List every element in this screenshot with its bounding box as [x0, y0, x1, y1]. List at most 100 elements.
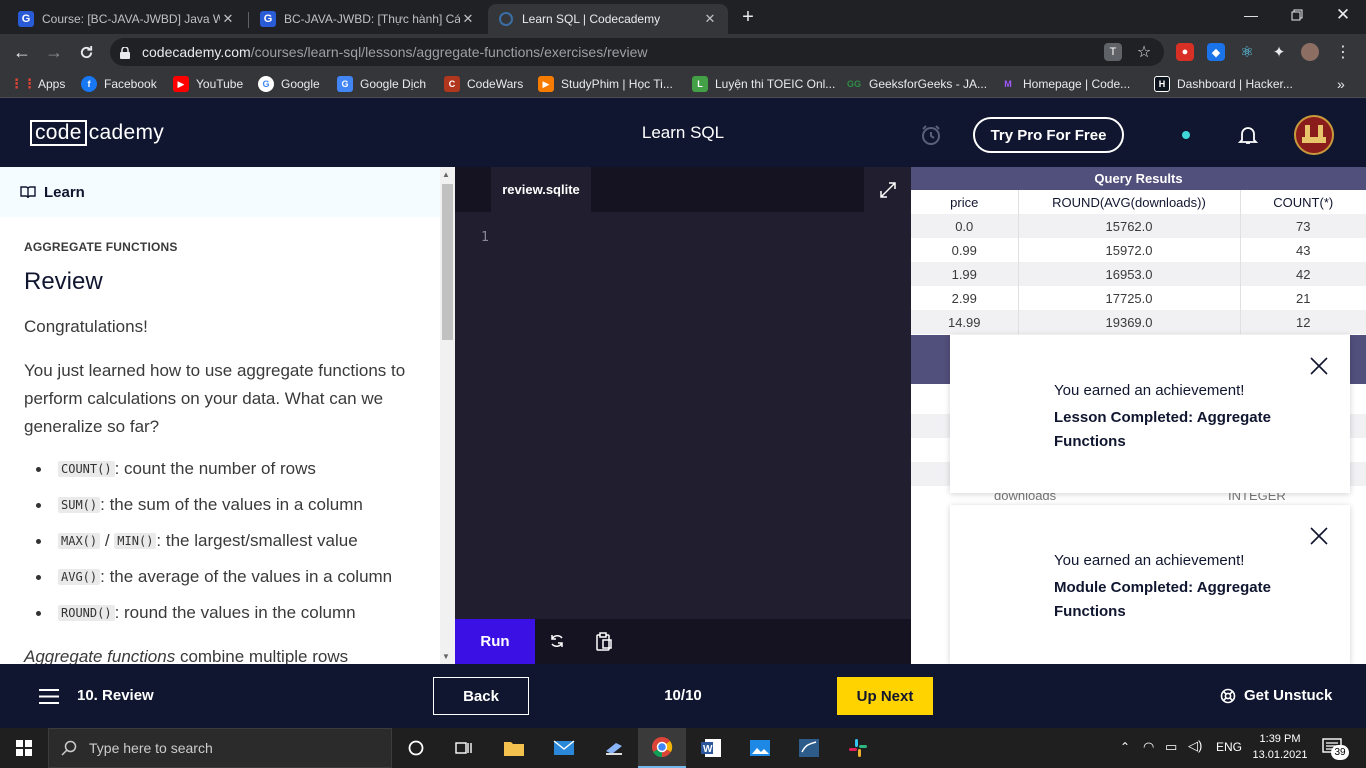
code-editor: review.sqlite 1 Run [455, 167, 911, 664]
table-row: 0.99 15972.0 43 [911, 238, 1366, 262]
extension-react-icon[interactable]: ⚛ [1238, 43, 1256, 61]
browser-tab-course[interactable]: G Course: [BC-JAVA-JWBD] Java We ✕ [8, 4, 246, 34]
search-icon [61, 740, 77, 756]
notification-center-icon[interactable]: 39 [1322, 736, 1349, 760]
scroll-up-icon[interactable]: ▲ [442, 170, 450, 179]
code-count: COUNT() [58, 461, 115, 477]
close-icon[interactable]: ✕ [220, 11, 236, 27]
file-explorer-icon[interactable] [490, 728, 538, 768]
tab-review-sqlite[interactable]: review.sqlite [491, 167, 591, 212]
run-button[interactable]: Run [455, 619, 535, 664]
mail-icon[interactable] [540, 728, 588, 768]
bookmark-geeksforgeeks[interactable]: GG GeeksforGeeks - JA... [846, 75, 987, 93]
photos-icon[interactable] [736, 728, 784, 768]
back-arrow-icon[interactable]: ← [8, 38, 36, 66]
cortana-icon[interactable] [392, 728, 440, 768]
browser-tab-bc-java[interactable]: G BC-JAVA-JWBD: [Thực hành] Các ✕ [250, 4, 486, 34]
battery-icon[interactable]: ▭ [1165, 739, 1177, 755]
bookmark-codewars[interactable]: C CodeWars [444, 75, 523, 93]
minimize-icon[interactable]: — [1228, 0, 1274, 30]
browser-tab-codecademy[interactable]: Learn SQL | Codecademy ✕ [488, 4, 728, 34]
bookmark-google-dich[interactable]: G Google Dịch [337, 75, 426, 93]
get-unstuck-button[interactable]: Get Unstuck [1220, 687, 1332, 704]
bookmark-apps[interactable]: ⋮⋮ Apps [10, 75, 65, 93]
achievement-toast-module: You earned an achievement! Module Comple… [950, 505, 1350, 664]
codecademy-logo[interactable]: code cademy [30, 120, 164, 146]
bookmark-codecademy-home[interactable]: M Homepage | Code... [1000, 75, 1130, 93]
bookmark-label: GeeksforGeeks - JA... [869, 77, 988, 91]
bullet-text: : round the values in the column [114, 603, 356, 622]
lesson-label[interactable]: 10. Review [77, 687, 154, 704]
window-close-icon[interactable]: ✕ [1320, 0, 1366, 30]
code-max: MAX() [58, 533, 101, 549]
scroll-down-icon[interactable]: ▼ [442, 652, 450, 661]
table-cell: 0.0 [911, 214, 1019, 238]
bookmarks-overflow-button[interactable]: » [1337, 75, 1345, 93]
back-button[interactable]: Back [433, 677, 529, 715]
bookmark-toeic[interactable]: L Luyện thi TOEIC Onl... [692, 75, 835, 93]
bookmark-hackerrank[interactable]: H Dashboard | Hacker... [1154, 75, 1293, 93]
scrollbar-thumb[interactable] [442, 184, 453, 340]
mysql-workbench-icon[interactable] [785, 728, 833, 768]
reload-icon[interactable] [72, 38, 100, 66]
table-cell: 16953.0 [1018, 262, 1241, 286]
windows-start-icon[interactable] [0, 728, 48, 768]
translate-icon[interactable]: T [1104, 43, 1122, 61]
code-input-area[interactable] [505, 222, 905, 602]
star-icon[interactable]: ☆ [1135, 43, 1153, 61]
language-indicator[interactable]: ENG [1216, 740, 1242, 754]
alarm-clock-icon[interactable] [920, 124, 942, 146]
footer-italic: Aggregate functions [24, 647, 176, 664]
bookmark-google[interactable]: G Google [258, 75, 320, 93]
extensions-puzzle-icon[interactable]: ✦ [1270, 43, 1288, 61]
wifi-icon[interactable]: ◠ [1143, 739, 1154, 755]
apps-grid-icon: ⋮⋮ [10, 76, 36, 91]
learn-header[interactable]: Learn [0, 167, 440, 217]
close-icon[interactable]: ✕ [460, 11, 476, 27]
code-avg: AVG() [58, 569, 101, 585]
try-pro-button[interactable]: Try Pro For Free [973, 117, 1124, 153]
task-view-icon[interactable] [440, 728, 488, 768]
bookmark-facebook[interactable]: f Facebook [81, 75, 157, 93]
avatar[interactable] [1294, 115, 1334, 155]
expand-icon[interactable] [864, 167, 911, 212]
profile-avatar-icon[interactable] [1301, 43, 1319, 61]
bullet-dot [36, 466, 41, 472]
bookmark-studyphim[interactable]: ▶ StudyPhim | Học Ti... [538, 75, 673, 93]
close-icon[interactable] [1310, 527, 1328, 545]
hamburger-menu-icon[interactable] [39, 689, 59, 704]
chrome-icon[interactable] [638, 728, 686, 768]
extension-drop-icon[interactable]: ◆ [1207, 43, 1225, 61]
tray-chevron-icon[interactable]: ⌃ [1120, 740, 1130, 754]
tab-separator [248, 12, 249, 28]
close-icon[interactable] [1310, 357, 1328, 375]
svg-text:W: W [703, 744, 713, 755]
word-icon[interactable]: W [687, 728, 735, 768]
forward-arrow-icon[interactable]: → [40, 38, 68, 66]
taskbar-search-input[interactable]: Type here to search [48, 728, 392, 768]
url-input[interactable]: codecademy.com/courses/learn-sql/lessons… [110, 38, 1164, 66]
table-cell: 42 [1240, 262, 1366, 286]
bullet-dot [36, 538, 41, 544]
close-icon[interactable]: ✕ [702, 11, 718, 27]
up-next-button[interactable]: Up Next [837, 677, 933, 715]
bookmark-label: Homepage | Code... [1023, 77, 1131, 91]
kebab-menu-icon[interactable]: ⋮ [1334, 43, 1352, 61]
slack-icon[interactable] [834, 728, 882, 768]
network-drive-icon[interactable] [590, 728, 638, 768]
volume-icon[interactable]: ◁) [1188, 738, 1202, 754]
url-host: codecademy.com [142, 44, 251, 60]
lifebuoy-icon [1220, 688, 1236, 704]
bookmark-youtube[interactable]: ▶ YouTube [173, 75, 243, 93]
clipboard-icon[interactable] [595, 632, 615, 652]
bullet-dot [36, 610, 41, 616]
bullet-dot [36, 574, 41, 580]
taskbar-clock[interactable]: 1:39 PM 13.01.2021 [1246, 731, 1314, 763]
maximize-icon[interactable] [1274, 0, 1320, 30]
bell-icon[interactable] [1237, 125, 1259, 145]
extension-adblock-icon[interactable]: ● [1176, 43, 1194, 61]
new-tab-button[interactable]: + [738, 6, 758, 28]
reset-icon[interactable] [548, 632, 568, 652]
get-unstuck-label: Get Unstuck [1244, 687, 1333, 704]
table-cell: 15762.0 [1018, 214, 1241, 238]
